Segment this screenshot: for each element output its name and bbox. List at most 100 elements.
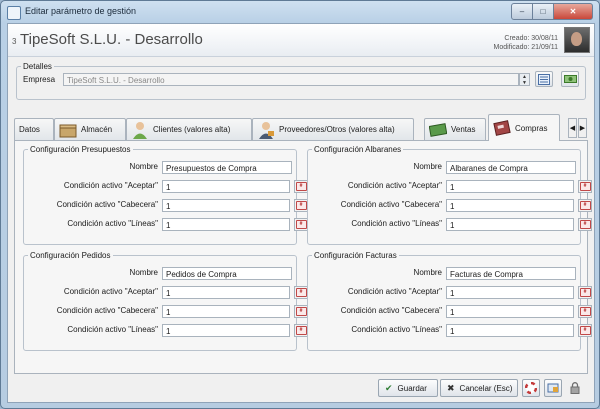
- tab-label: Datos: [19, 125, 40, 134]
- lineas-label: Condición activo "Líneas": [67, 219, 158, 228]
- nombre-field[interactable]: Pedidos de Compra: [162, 267, 292, 280]
- condition-editor-button[interactable]: #: [294, 305, 308, 318]
- lock-icon: [570, 382, 580, 394]
- lineas-label: Condición activo "Líneas": [67, 325, 158, 334]
- supplier-person-icon: [259, 121, 274, 139]
- formula-icon: #: [295, 288, 307, 297]
- cancel-button[interactable]: ✖ Cancelar (Esc): [440, 379, 518, 397]
- list-icon[interactable]: [535, 71, 553, 87]
- created-date: Creado: 30/08/11: [504, 35, 558, 42]
- cabecera-label: Condición activo "Cabecera": [340, 200, 442, 209]
- tab-label: Ventas: [451, 125, 476, 134]
- formula-icon: #: [295, 307, 307, 316]
- tab-compras[interactable]: Compras: [488, 114, 560, 141]
- close-icon: ✖: [447, 382, 455, 393]
- tab-label: Proveedores/Otros (valores alta): [279, 125, 395, 134]
- empresa-label: Empresa: [23, 75, 56, 84]
- cancel-label: Cancelar (Esc): [459, 383, 513, 393]
- aceptar-field[interactable]: 1: [162, 286, 290, 299]
- formula-icon: #: [579, 182, 591, 191]
- aceptar-field[interactable]: 1: [446, 180, 574, 193]
- nombre-label: Nombre: [413, 162, 442, 171]
- cabecera-field[interactable]: 1: [162, 199, 290, 212]
- condition-editor-button[interactable]: #: [294, 199, 308, 212]
- record-header: 3 TipeSoft S.L.U. - Desarrollo Creado: 3…: [8, 24, 594, 57]
- condition-editor-button[interactable]: #: [578, 180, 592, 193]
- aceptar-field[interactable]: 1: [446, 286, 574, 299]
- book-icon: [493, 120, 511, 136]
- minimize-button[interactable]: –: [511, 3, 533, 20]
- formula-icon: #: [295, 220, 307, 229]
- company-title: TipeSoft S.L.U. - Desarrollo: [20, 31, 203, 48]
- money-icon: [429, 122, 447, 137]
- formula-icon: #: [579, 288, 591, 297]
- formula-icon: #: [295, 201, 307, 210]
- formula-icon: #: [295, 182, 307, 191]
- window-controls: – □ ✕: [511, 3, 593, 20]
- formula-icon: #: [579, 307, 591, 316]
- aceptar-label: Condición activo "Aceptar": [347, 181, 442, 190]
- formula-icon: #: [579, 201, 591, 210]
- cabecera-field[interactable]: 1: [162, 305, 290, 318]
- tab-ventas[interactable]: Ventas: [424, 118, 486, 140]
- empresa-spinner[interactable]: ▲ ▼: [519, 73, 530, 86]
- compras-panel: Configuración Presupuestos Nombre Presup…: [14, 140, 592, 374]
- maximize-button[interactable]: □: [533, 3, 553, 20]
- tab-scroll-right[interactable]: ▶: [578, 118, 587, 138]
- lineas-field[interactable]: 1: [446, 324, 574, 337]
- tab-almacen[interactable]: Almacén: [54, 118, 126, 140]
- close-button[interactable]: ✕: [553, 3, 593, 20]
- formula-icon: #: [295, 326, 307, 335]
- save-label: Guardar: [397, 383, 427, 393]
- title-bar: Editar parámetro de gestión – □ ✕: [1, 1, 599, 23]
- section-title: Configuración Pedidos: [30, 251, 111, 260]
- aceptar-field[interactable]: 1: [162, 180, 290, 193]
- config-albaranes-group: Configuración Albaranes Nombre Albaranes…: [307, 145, 592, 245]
- cabecera-label: Condición activo "Cabecera": [56, 306, 158, 315]
- condition-editor-button[interactable]: #: [294, 286, 308, 299]
- aceptar-label: Condición activo "Aceptar": [347, 287, 442, 296]
- condition-editor-button[interactable]: #: [578, 199, 592, 212]
- app-icon: [7, 6, 21, 20]
- section-title: Configuración Albaranes: [314, 145, 402, 154]
- nombre-field[interactable]: Presupuestos de Compra: [162, 161, 292, 174]
- condition-editor-button[interactable]: #: [294, 218, 308, 231]
- cabecera-field[interactable]: 1: [446, 305, 574, 318]
- formula-icon: #: [579, 326, 591, 335]
- cabecera-field[interactable]: 1: [446, 199, 574, 212]
- save-button[interactable]: ✔ Guardar: [378, 379, 438, 397]
- tab-proveedores[interactable]: Proveedores/Otros (valores alta): [252, 118, 414, 140]
- nombre-field[interactable]: Facturas de Compra: [446, 267, 576, 280]
- cabecera-label: Condición activo "Cabecera": [340, 306, 442, 315]
- tab-label: Almacén: [81, 125, 113, 134]
- lineas-field[interactable]: 1: [446, 218, 574, 231]
- config-facturas-group: Configuración Facturas Nombre Facturas d…: [307, 251, 592, 351]
- condition-editor-button[interactable]: #: [578, 305, 592, 318]
- dialog-content: 3 TipeSoft S.L.U. - Desarrollo Creado: 3…: [7, 23, 595, 403]
- money-icon[interactable]: [561, 71, 579, 87]
- window-title: Editar parámetro de gestión: [25, 6, 137, 16]
- tab-clientes[interactable]: Clientes (valores alta): [126, 118, 252, 140]
- lineas-field[interactable]: 1: [162, 218, 290, 231]
- condition-editor-button[interactable]: #: [578, 218, 592, 231]
- nombre-field[interactable]: Albaranes de Compra: [446, 161, 576, 174]
- export-button[interactable]: [544, 379, 562, 397]
- lineas-field[interactable]: 1: [162, 324, 290, 337]
- tab-label: Clientes (valores alta): [153, 125, 231, 134]
- app-window: Editar parámetro de gestión – □ ✕ 3 Tipe…: [0, 0, 600, 409]
- tab-scroll-left[interactable]: ◀: [568, 118, 577, 138]
- condition-editor-button[interactable]: #: [578, 324, 592, 337]
- tab-datos[interactable]: Datos: [14, 118, 54, 140]
- aceptar-label: Condición activo "Aceptar": [63, 181, 158, 190]
- config-pedidos-group: Configuración Pedidos Nombre Pedidos de …: [23, 251, 308, 351]
- condition-editor-button[interactable]: #: [294, 324, 308, 337]
- check-icon: ✔: [385, 382, 393, 393]
- condition-editor-button[interactable]: #: [294, 180, 308, 193]
- record-dates: Creado: 30/08/11 Modificado: 21/09/11: [494, 34, 558, 52]
- condition-editor-button[interactable]: #: [578, 286, 592, 299]
- empresa-field[interactable]: TipeSoft S.L.U. - Desarrollo: [63, 73, 519, 86]
- help-button[interactable]: [522, 379, 540, 397]
- modified-date: Modificado: 21/09/11: [493, 44, 558, 51]
- record-number: 3: [12, 37, 17, 46]
- nombre-label: Nombre: [129, 268, 158, 277]
